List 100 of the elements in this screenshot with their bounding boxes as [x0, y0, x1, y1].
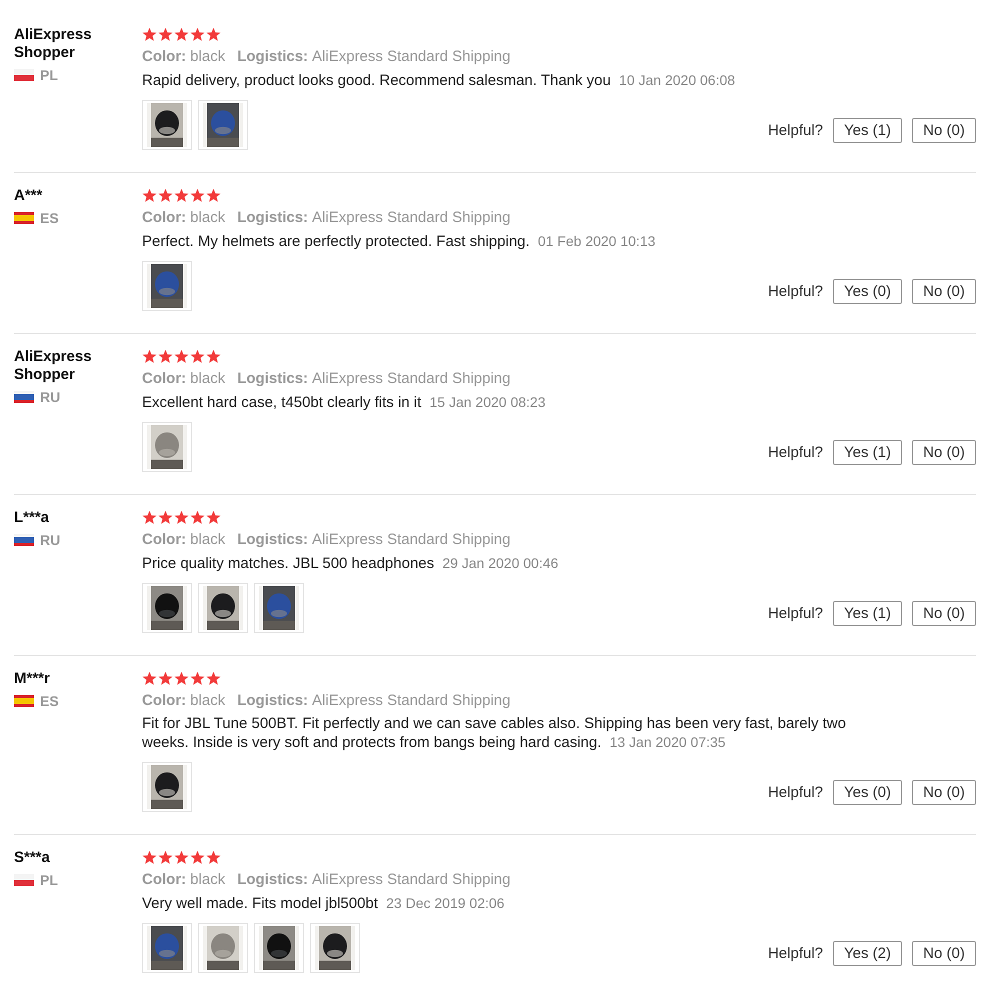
color-label: Color: — [142, 370, 186, 387]
yes-button[interactable]: Yes (0) — [833, 278, 902, 304]
star-icon — [158, 26, 173, 42]
country-code: RU — [40, 532, 60, 548]
logistics-value: AliExpress Standard Shipping — [312, 370, 510, 387]
yes-button[interactable]: Yes (1) — [833, 600, 902, 626]
reviewer-name: S***a — [14, 849, 51, 867]
reviewer-name: L***a — [14, 509, 50, 527]
review-text: Excellent hard case, t450bt clearly fits in it 15 Jan 2020 08:23 — [142, 393, 546, 412]
helpful-label: Helpful? — [768, 944, 824, 962]
color-value: black — [190, 531, 226, 548]
review-photo[interactable] — [142, 422, 192, 472]
helpful-label: Helpful? — [768, 604, 824, 622]
color-label: Color: — [142, 871, 186, 888]
yes-button[interactable]: Yes (1) — [833, 118, 902, 142]
helpful-label: Helpful? — [768, 784, 824, 800]
logistics-label: Logistics: — [237, 370, 308, 387]
helpful-label: Helpful? — [768, 122, 824, 138]
star-icon — [206, 510, 221, 524]
star-icon — [206, 670, 221, 686]
country-code: PL — [40, 872, 58, 888]
color-value: black — [190, 370, 226, 387]
no-button[interactable]: No (0) — [912, 940, 976, 966]
review-photo[interactable] — [254, 583, 304, 633]
logistics-value: AliExpress Standard Shipping — [312, 531, 510, 548]
star-icon — [190, 850, 205, 864]
star-icon — [158, 348, 173, 364]
reviewer-name: AliExpress Shopper — [14, 348, 93, 384]
flag-icon — [14, 874, 34, 886]
review-photo[interactable] — [198, 583, 248, 633]
logistics-label: Logistics: — [237, 209, 308, 226]
logistics-label: Logistics: — [237, 48, 308, 65]
flag-icon — [14, 391, 34, 403]
star-icon — [142, 188, 157, 202]
review-photo[interactable] — [142, 100, 192, 150]
color-value: black — [190, 48, 226, 65]
reviewer-name: A*** — [14, 187, 44, 205]
helpful-label: Helpful? — [768, 444, 824, 460]
no-button[interactable]: No (0) — [912, 780, 976, 804]
star-icon — [142, 26, 157, 42]
color-label: Color: — [142, 692, 186, 709]
review-text: Price quality matches. JBL 500 headphones 29 Jan 2020 00:46 — [142, 554, 560, 573]
star-icon — [190, 348, 205, 364]
star-icon — [158, 670, 173, 686]
country-code: RU — [40, 389, 60, 405]
flag-icon — [14, 69, 34, 81]
color-value: black — [190, 692, 226, 709]
no-button[interactable]: No (0) — [912, 440, 976, 464]
star-icon — [158, 850, 173, 864]
review-photo[interactable] — [142, 261, 192, 311]
star-icon — [206, 26, 221, 42]
star-icon — [174, 26, 189, 42]
logistics-value: AliExpress Standard Shipping — [312, 871, 510, 888]
review-text: Perfect. My helmets are perfectly protected. Fast shipping. 01 Feb 2020 10:13 — [142, 232, 656, 251]
color-value: black — [190, 871, 226, 888]
reviewer-name: AliExpress Shopper — [14, 26, 93, 62]
review-photo[interactable] — [198, 100, 248, 150]
star-icon — [174, 850, 189, 864]
review-text: Fit for JBL Tune 500BT. Fit perfectly and we can save cables also. Shipping has been very fast, barely two weeks. Inside is very soft and protects from bangs being hard casing. 13 Jan 2020 07:35 — [142, 715, 847, 752]
review-photo[interactable] — [142, 583, 192, 633]
star-icon — [142, 670, 157, 686]
flag-icon — [14, 695, 34, 707]
yes-button[interactable]: Yes (1) — [833, 440, 902, 464]
country-code: ES — [40, 210, 59, 226]
helpful-label: Helpful? — [768, 282, 824, 300]
review-photo[interactable] — [310, 923, 360, 973]
logistics-label: Logistics: — [237, 692, 308, 709]
star-icon — [206, 348, 221, 364]
logistics-value: AliExpress Standard Shipping — [312, 692, 510, 709]
star-icon — [174, 670, 189, 686]
star-icon — [158, 510, 173, 524]
review-photo[interactable] — [142, 762, 192, 812]
flag-icon — [14, 212, 34, 224]
review-text: Rapid delivery, product looks good. Recommend salesman. Thank you 10 Jan 2020 06:08 — [142, 71, 736, 90]
country-code: PL — [40, 67, 58, 83]
star-icon — [142, 348, 157, 364]
yes-button[interactable]: Yes (2) — [833, 940, 902, 966]
reviewer-name: M***r — [14, 670, 51, 688]
logistics-label: Logistics: — [237, 531, 308, 548]
star-icon — [206, 188, 221, 202]
star-icon — [190, 670, 205, 686]
star-icon — [174, 188, 189, 202]
star-icon — [206, 850, 221, 864]
star-icon — [142, 850, 157, 864]
review-photo[interactable] — [254, 923, 304, 973]
no-button[interactable]: No (0) — [912, 278, 976, 304]
country-code: ES — [40, 693, 59, 709]
review-photo[interactable] — [142, 923, 192, 973]
no-button[interactable]: No (0) — [912, 600, 976, 626]
review-text: Very well made. Fits model jbl500bt 23 Dec 2019 02:06 — [142, 894, 506, 913]
no-button[interactable]: No (0) — [912, 118, 976, 142]
star-icon — [190, 188, 205, 202]
color-label: Color: — [142, 531, 186, 548]
color-label: Color: — [142, 209, 186, 226]
review-photo[interactable] — [198, 923, 248, 973]
color-value: black — [190, 209, 226, 226]
yes-button[interactable]: Yes (0) — [833, 780, 902, 804]
logistics-value: AliExpress Standard Shipping — [312, 48, 510, 65]
flag-icon — [14, 534, 34, 546]
color-label: Color: — [142, 48, 186, 65]
